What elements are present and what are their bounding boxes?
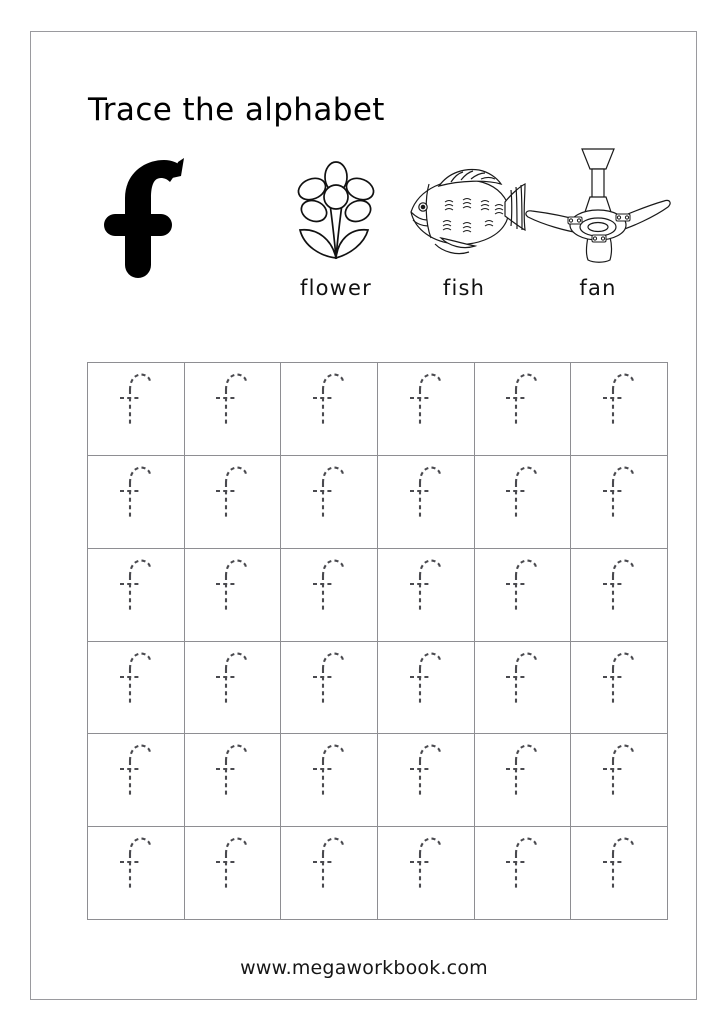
trace-cell[interactable] [571,734,668,828]
trace-cell[interactable] [184,455,282,549]
dotted-letter-f-icon [216,652,248,706]
trace-cell[interactable] [474,641,572,735]
trace-cell[interactable] [377,734,475,828]
hero-letter-f [92,152,212,282]
dotted-letter-f-icon [119,559,151,613]
trace-cell[interactable] [474,363,572,456]
dotted-letter-f-icon [313,559,345,613]
dotted-letter-f-icon [216,466,248,520]
dotted-letter-f-icon [119,652,151,706]
trace-cell[interactable] [377,363,475,456]
picture-item-fish: fish [396,160,532,299]
dotted-letter-f-icon [216,744,248,799]
dotted-letter-f-icon [313,652,345,706]
dotted-letter-f-icon [313,466,345,520]
picture-item-flower: flower [272,160,400,299]
trace-cell[interactable] [184,827,282,920]
trace-cell[interactable] [184,548,282,642]
page-title: Trace the alphabet [88,92,385,128]
trace-cell[interactable] [281,363,378,456]
dotted-letter-f-icon [313,373,345,427]
trace-cell[interactable] [474,734,572,828]
dotted-letter-f-icon [409,466,441,520]
dotted-letter-f-icon [506,466,538,520]
dotted-letter-f-icon [409,744,441,799]
trace-cell[interactable] [281,827,378,920]
trace-cell[interactable] [184,363,282,456]
trace-cell[interactable] [281,734,378,828]
dotted-letter-f-icon [409,837,441,892]
dotted-letter-f-icon [506,559,538,613]
dotted-letter-f-icon [506,652,538,706]
ceiling-fan-icon [524,143,672,264]
worksheet-page: Trace the alphabet flower fish fan www.m… [0,0,728,1030]
trace-cell[interactable] [377,455,475,549]
trace-cell[interactable] [474,548,572,642]
trace-cell[interactable] [571,548,668,642]
dotted-letter-f-icon [119,466,151,520]
trace-cell[interactable] [88,455,185,549]
dotted-letter-f-icon [409,373,441,427]
trace-cell[interactable] [184,641,282,735]
dotted-letter-f-icon [216,373,248,427]
trace-cell[interactable] [377,827,475,920]
trace-cell[interactable] [88,363,185,456]
flower-icon [286,160,386,264]
trace-cell[interactable] [88,641,185,735]
dotted-letter-f-icon [506,837,538,892]
dotted-letter-f-icon [409,559,441,613]
dotted-letter-f-icon [409,652,441,706]
dotted-letter-f-icon [313,744,345,799]
dotted-letter-f-icon [603,559,635,613]
trace-cell[interactable] [377,548,475,642]
picture-item-fan: fan [524,143,672,299]
trace-cell[interactable] [571,455,668,549]
trace-cell[interactable] [571,363,668,456]
trace-cell[interactable] [474,827,572,920]
dotted-letter-f-icon [119,744,151,799]
trace-cell[interactable] [571,827,668,920]
tracing-grid [87,362,668,920]
trace-cell[interactable] [184,734,282,828]
dotted-letter-f-icon [603,466,635,520]
trace-cell[interactable] [281,548,378,642]
dotted-letter-f-icon [506,373,538,427]
dotted-letter-f-icon [216,837,248,892]
dotted-letter-f-icon [603,373,635,427]
dotted-letter-f-icon [216,559,248,613]
trace-cell[interactable] [281,641,378,735]
dotted-letter-f-icon [119,837,151,892]
trace-cell[interactable] [281,455,378,549]
dotted-letter-f-icon [603,652,635,706]
fish-icon [399,160,529,264]
dotted-letter-f-icon [603,837,635,892]
picture-label-fish: fish [442,276,486,300]
trace-cell[interactable] [474,455,572,549]
trace-cell[interactable] [88,827,185,920]
dotted-letter-f-icon [603,744,635,799]
dotted-letter-f-icon [119,373,151,427]
picture-label-flower: flower [299,276,372,300]
dotted-letter-f-icon [313,837,345,892]
trace-cell[interactable] [377,641,475,735]
trace-cell[interactable] [571,641,668,735]
trace-cell[interactable] [88,548,185,642]
picture-label-fan: fan [579,276,617,300]
dotted-letter-f-icon [506,744,538,799]
site-footer: www.megaworkbook.com [240,957,488,979]
trace-cell[interactable] [88,734,185,828]
